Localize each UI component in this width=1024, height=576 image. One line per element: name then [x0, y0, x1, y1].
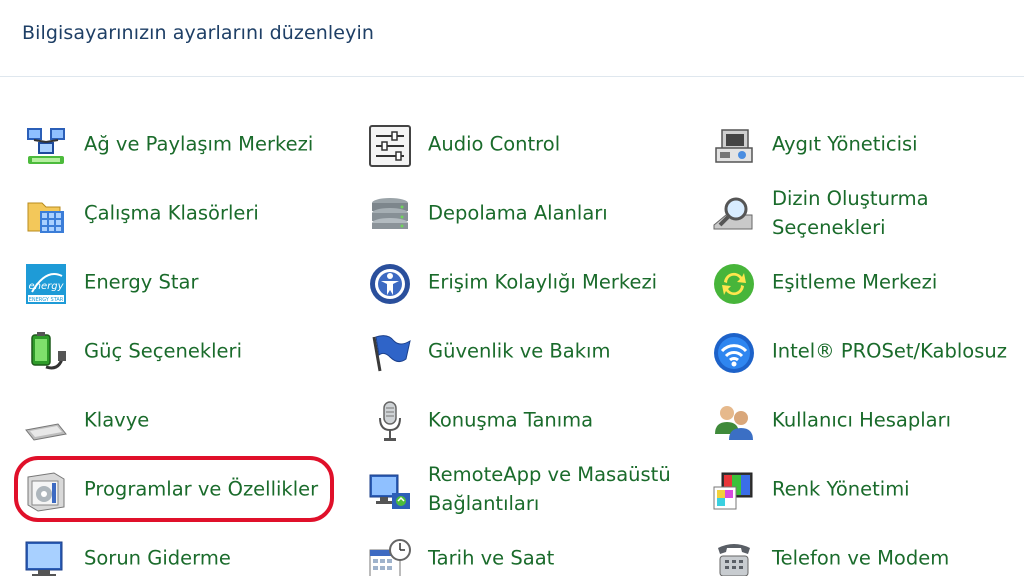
item-audio-control[interactable]: Audio Control — [368, 112, 678, 176]
item-indexing-options[interactable]: Dizin Oluşturma Seçenekleri — [712, 181, 1012, 245]
item-phone-modem[interactable]: Telefon ve Modem — [712, 526, 1012, 576]
item-date-time[interactable]: Tarih ve Saat — [368, 526, 678, 576]
item-label-line2: Bağlantıları — [428, 492, 540, 515]
item-label: Programlar ve Özellikler — [84, 477, 319, 501]
item-label: Eşitleme Merkezi — [772, 270, 938, 294]
item-keyboard[interactable]: Klavye — [24, 388, 334, 452]
item-label: Konuşma Tanıma — [428, 408, 594, 432]
keyboard-icon — [24, 400, 68, 444]
remote-desktop-icon — [368, 469, 412, 513]
item-label: Güvenlik ve Bakım — [428, 339, 611, 363]
item-energy-star[interactable]: energy ENERGY STAR Energy Star — [24, 250, 334, 314]
network-icon — [24, 124, 68, 168]
item-network-sharing-center[interactable]: Ağ ve Paylaşım Merkezi — [24, 112, 334, 176]
item-troubleshooting[interactable]: Sorun Giderme — [24, 526, 334, 576]
item-label: Renk Yönetimi — [772, 477, 910, 501]
item-label: Depolama Alanları — [428, 201, 608, 225]
magnifier-icon — [712, 193, 756, 237]
item-remoteapp-desktop-connections[interactable]: RemoteApp ve Masaüstü Bağlantıları — [368, 457, 678, 521]
troubleshooting-icon — [24, 538, 68, 576]
sliders-icon — [368, 124, 412, 168]
work-folders-icon — [24, 193, 68, 237]
item-sync-center[interactable]: Eşitleme Merkezi — [712, 250, 1012, 314]
calendar-clock-icon — [368, 538, 412, 576]
storage-icon — [368, 193, 412, 237]
item-label-line1: Dizin Oluşturma — [772, 187, 929, 210]
item-device-manager[interactable]: Aygıt Yöneticisi — [712, 112, 1012, 176]
header-divider — [0, 76, 1024, 77]
item-label: Intel® PROSet/Kablosuz — [772, 339, 1007, 363]
energy-icon-text: energy — [28, 281, 64, 292]
item-label: Kullanıcı Hesapları — [772, 408, 952, 432]
page-title: Bilgisayarınızın ayarlarını düzenleyin — [22, 22, 374, 44]
item-label: RemoteApp ve Masaüstü Bağlantıları — [428, 460, 688, 518]
item-label: Telefon ve Modem — [772, 546, 950, 570]
item-work-folders[interactable]: Çalışma Klasörleri — [24, 181, 334, 245]
item-ease-of-access[interactable]: Erişim Kolaylığı Merkezi — [368, 250, 678, 314]
item-user-accounts[interactable]: Kullanıcı Hesapları — [712, 388, 1012, 452]
item-label: Sorun Giderme — [84, 546, 231, 570]
item-programs-features[interactable]: Programlar ve Özellikler — [24, 457, 334, 521]
energy-star-icon: energy ENERGY STAR — [24, 262, 68, 306]
item-label: Erişim Kolaylığı Merkezi — [428, 270, 658, 294]
control-panel-page: Bilgisayarınızın ayarlarını düzenleyin A… — [0, 0, 1024, 576]
item-label: Tarih ve Saat — [428, 546, 555, 570]
item-speech-recognition[interactable]: Konuşma Tanıma — [368, 388, 678, 452]
programs-icon — [24, 469, 68, 513]
device-manager-icon — [712, 124, 756, 168]
phone-icon — [712, 538, 756, 576]
item-label-line1: RemoteApp ve Masaüstü — [428, 463, 671, 486]
users-icon — [712, 400, 756, 444]
item-label: Ağ ve Paylaşım Merkezi — [84, 132, 314, 156]
sync-icon — [712, 262, 756, 306]
item-color-management[interactable]: Renk Yönetimi — [712, 457, 1012, 521]
item-label: Aygıt Yöneticisi — [772, 132, 918, 156]
flag-icon — [368, 331, 412, 375]
ease-of-access-icon — [368, 262, 412, 306]
battery-icon — [24, 331, 68, 375]
item-label: Çalışma Klasörleri — [84, 201, 259, 225]
microphone-icon — [368, 400, 412, 444]
item-storage-spaces[interactable]: Depolama Alanları — [368, 181, 678, 245]
item-intel-proset-wireless[interactable]: Intel® PROSet/Kablosuz — [712, 319, 1012, 383]
item-label: Güç Seçenekleri — [84, 339, 242, 363]
item-label: Audio Control — [428, 132, 561, 156]
color-management-icon — [712, 469, 756, 513]
item-power-options[interactable]: Güç Seçenekleri — [24, 319, 334, 383]
item-label: Energy Star — [84, 270, 199, 294]
item-label: Dizin Oluşturma Seçenekleri — [772, 184, 1024, 242]
energy-icon-subtext: ENERGY STAR — [29, 297, 64, 303]
item-security-maintenance[interactable]: Güvenlik ve Bakım — [368, 319, 678, 383]
wifi-icon — [712, 331, 756, 375]
item-label: Klavye — [84, 408, 150, 432]
item-label-line2: Seçenekleri — [772, 216, 886, 239]
